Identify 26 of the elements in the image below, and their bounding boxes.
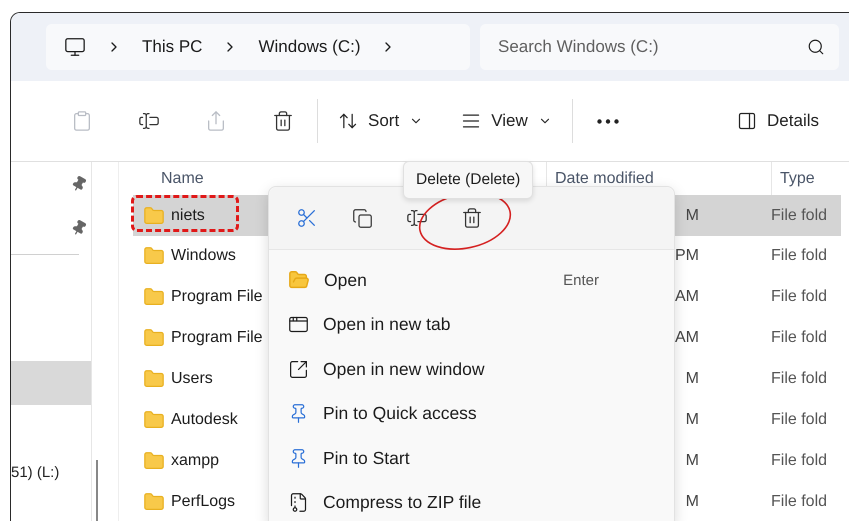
shortcut-hint: Enter: [563, 272, 599, 289]
file-name: Program File: [171, 288, 263, 306]
date-cell-text: M: [686, 452, 700, 470]
file-name: xampp: [171, 452, 220, 470]
file-name: Windows: [171, 247, 236, 266]
type-cell-text: File fold: [771, 288, 828, 306]
file-name: Autodesk: [171, 410, 238, 429]
date-cell-text: PM: [675, 247, 700, 266]
file-name: PerfLogs: [171, 492, 236, 511]
date-cell-text: M: [686, 492, 700, 511]
type-cell-text: File fold: [771, 206, 828, 224]
file-name: Program File: [171, 329, 263, 348]
type-cell-text: File fold: [771, 370, 828, 388]
type-cell-text: File fold: [771, 410, 828, 429]
type-cell-text: File fold: [771, 492, 828, 511]
type-cell-text: File fold: [771, 247, 828, 266]
date-cell-text: AM: [675, 329, 700, 348]
type-cell-text: File fold: [771, 329, 828, 348]
date-cell-text: M: [686, 410, 700, 429]
date-cell-text: M: [686, 370, 700, 388]
date-cell-text: AM: [675, 288, 700, 306]
file-name: niets: [171, 206, 205, 224]
date-cell-text: M: [686, 206, 700, 224]
file-name: Users: [171, 370, 213, 388]
tooltip: Delete (Delete): [403, 161, 534, 199]
type-cell-text: File fold: [771, 452, 828, 470]
